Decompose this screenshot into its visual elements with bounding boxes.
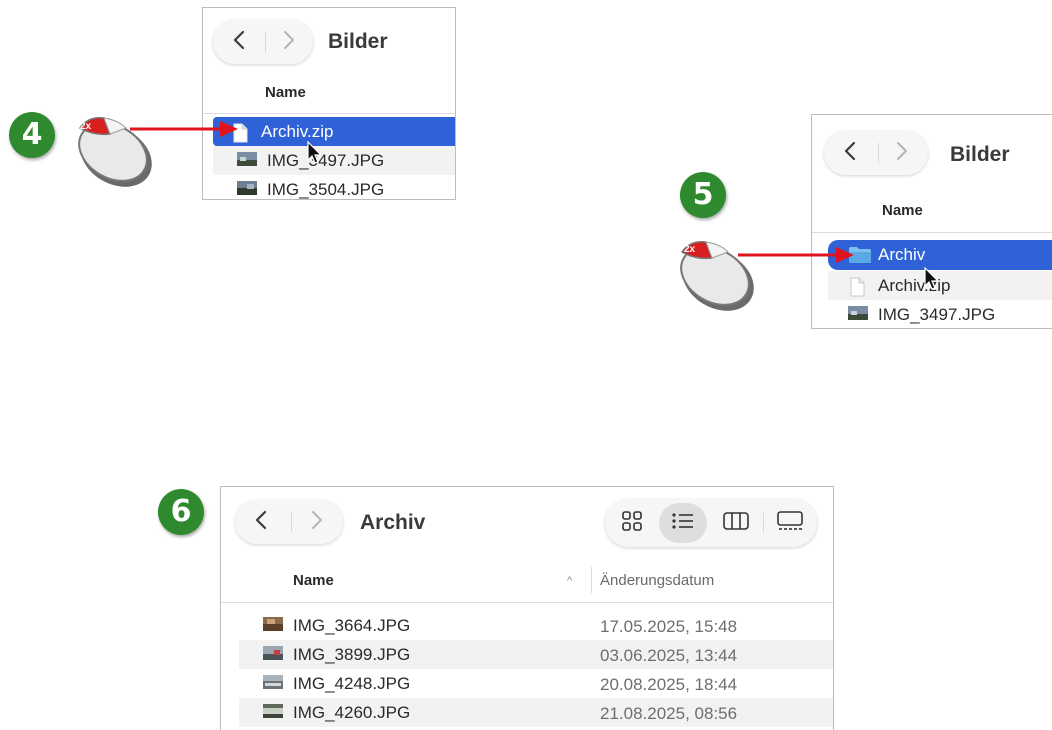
- window-title: Archiv: [360, 511, 426, 534]
- click-count-label: 2x: [80, 121, 92, 132]
- navigation-pill: [235, 500, 343, 544]
- file-row-archiv-zip[interactable]: Archiv.zip: [213, 117, 455, 146]
- file-name: IMG_4248.JPG: [293, 673, 411, 693]
- grid-view-button[interactable]: [609, 503, 655, 543]
- list-view-icon: [671, 511, 695, 536]
- pointer-cursor-icon: [307, 141, 323, 164]
- column-date-header[interactable]: Änderungsdatum: [600, 572, 714, 589]
- column-name-header[interactable]: Name: [293, 572, 334, 589]
- file-name: IMG_3899.JPG: [293, 644, 411, 664]
- file-row-img-4260[interactable]: IMG_4260.JPG: [239, 698, 833, 727]
- folder-row-archiv[interactable]: Archiv: [828, 240, 1052, 270]
- file-row-img-4248[interactable]: IMG_4248.JPG: [239, 669, 833, 698]
- image-thumbnail-icon: [263, 674, 285, 693]
- forward-chevron-icon: [896, 141, 908, 166]
- date-cell: 21.08.2025, 08:56: [600, 704, 738, 723]
- view-divider: [763, 513, 764, 533]
- finder-window-archiv: Archiv Name ^ Änderungsdatum IMG_3664.JP…: [220, 486, 834, 730]
- sort-ascending-icon: ^: [567, 575, 573, 587]
- back-button[interactable]: [830, 131, 870, 175]
- back-chevron-icon: [233, 30, 245, 55]
- nav-divider: [265, 32, 266, 52]
- step-6-badge: 6: [158, 489, 204, 535]
- column-view-icon: [723, 511, 749, 536]
- gallery-view-icon: [777, 510, 803, 536]
- file-row-img-3497[interactable]: IMG_3497.JPG: [828, 300, 1052, 328]
- forward-button[interactable]: [297, 500, 337, 544]
- file-row-img-3504[interactable]: IMG_3504.JPG: [213, 175, 455, 199]
- toolbar: Bilder: [203, 8, 455, 76]
- finder-window-bilder-1: Bilder Name Archiv.zip IMG_3497.JPG IMG_…: [202, 7, 456, 200]
- click-count-label: 2x: [684, 244, 696, 255]
- column-header: Name: [812, 193, 1052, 233]
- grid-view-icon: [621, 510, 643, 537]
- navigation-pill: [213, 20, 313, 64]
- file-name: IMG_3497.JPG: [267, 150, 385, 170]
- image-thumbnail-icon: [848, 305, 870, 324]
- document-icon: [848, 277, 870, 296]
- gallery-view-button[interactable]: [767, 503, 813, 543]
- list-view-button[interactable]: [659, 503, 707, 543]
- column-header: Name: [203, 76, 455, 114]
- file-name: IMG_4260.JPG: [293, 702, 411, 722]
- finder-window-bilder-2: Bilder Name Archiv Archiv.zip IMG_3497.J…: [811, 114, 1052, 329]
- file-row-img-3497[interactable]: IMG_3497.JPG: [213, 146, 455, 175]
- column-name-header[interactable]: Name: [265, 84, 306, 101]
- image-thumbnail-icon: [263, 616, 285, 635]
- step-4-badge: 4: [9, 112, 55, 158]
- arrow-icon: [738, 247, 854, 263]
- back-chevron-icon: [255, 510, 267, 535]
- image-thumbnail-icon: [263, 645, 285, 664]
- file-name: Archiv.zip: [261, 121, 334, 141]
- forward-button[interactable]: [269, 20, 309, 64]
- back-button[interactable]: [219, 20, 259, 64]
- file-name: IMG_3497.JPG: [878, 304, 996, 324]
- forward-chevron-icon: [311, 510, 323, 535]
- file-row-archiv-zip[interactable]: Archiv.zip: [828, 271, 1052, 300]
- view-switcher: [605, 499, 817, 547]
- window-title: Bilder: [328, 30, 388, 53]
- column-header: Name ^ Änderungsdatum: [221, 563, 833, 603]
- window-title: Bilder: [950, 143, 1010, 166]
- back-chevron-icon: [844, 141, 856, 166]
- date-cell: 20.08.2025, 18:44: [600, 675, 738, 694]
- column-divider[interactable]: [591, 567, 592, 593]
- back-button[interactable]: [241, 500, 281, 544]
- nav-divider: [291, 512, 292, 532]
- file-name: IMG_3504.JPG: [267, 179, 385, 199]
- navigation-pill: [824, 131, 928, 175]
- image-thumbnail-icon: [237, 180, 259, 199]
- toolbar: Bilder: [812, 115, 1052, 183]
- step-5-badge: 5: [680, 172, 726, 218]
- pointer-cursor-icon: [924, 267, 940, 290]
- date-cell: 03.06.2025, 13:44: [600, 646, 738, 665]
- file-row-img-3899[interactable]: IMG_3899.JPG: [239, 640, 833, 669]
- arrow-icon: [130, 121, 238, 137]
- column-name-header[interactable]: Name: [882, 202, 923, 219]
- file-name: IMG_3664.JPG: [293, 615, 411, 635]
- forward-button[interactable]: [882, 131, 922, 175]
- folder-name: Archiv: [878, 245, 926, 264]
- date-cell: 17.05.2025, 15:48: [600, 617, 738, 636]
- file-row-img-3664[interactable]: IMG_3664.JPG: [239, 611, 833, 640]
- nav-divider: [878, 143, 879, 163]
- forward-chevron-icon: [283, 30, 295, 55]
- column-view-button[interactable]: [713, 503, 759, 543]
- image-thumbnail-icon: [263, 703, 285, 722]
- image-thumbnail-icon: [237, 151, 259, 170]
- toolbar: Archiv: [221, 487, 833, 555]
